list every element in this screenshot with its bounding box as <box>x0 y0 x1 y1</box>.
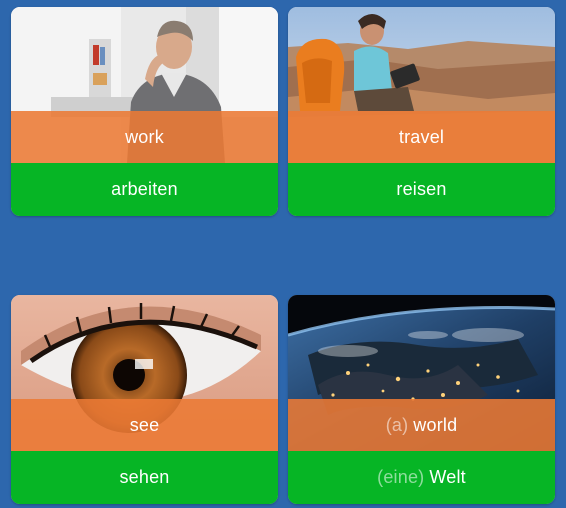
german-word: Welt <box>429 467 466 487</box>
german-word: sehen <box>119 467 170 487</box>
german-word: reisen <box>396 179 447 199</box>
english-word: travel <box>398 126 445 147</box>
english-word: work <box>125 126 164 147</box>
flashcard-work[interactable]: work arbeiten <box>11 7 278 216</box>
german-word-label: arbeiten <box>11 163 278 216</box>
german-word-label: reisen <box>288 163 555 216</box>
german-word-label: sehen <box>11 451 278 504</box>
german-word-label: (eine) Welt <box>288 451 555 504</box>
flashcard-world[interactable]: (a) world (eine) Welt <box>288 295 555 504</box>
english-word-label: (a) world <box>288 399 555 451</box>
english-word-label: work <box>11 111 278 163</box>
english-word: world <box>413 414 458 435</box>
english-word: see <box>129 414 160 435</box>
flashcard-travel[interactable]: travel reisen <box>288 7 555 216</box>
english-word-label: see <box>11 399 278 451</box>
flashcard-see[interactable]: see sehen <box>11 295 278 504</box>
english-article: (a) <box>385 414 409 435</box>
english-word-label: travel <box>288 111 555 163</box>
german-word: arbeiten <box>111 179 178 199</box>
german-article: (eine) <box>377 467 425 487</box>
